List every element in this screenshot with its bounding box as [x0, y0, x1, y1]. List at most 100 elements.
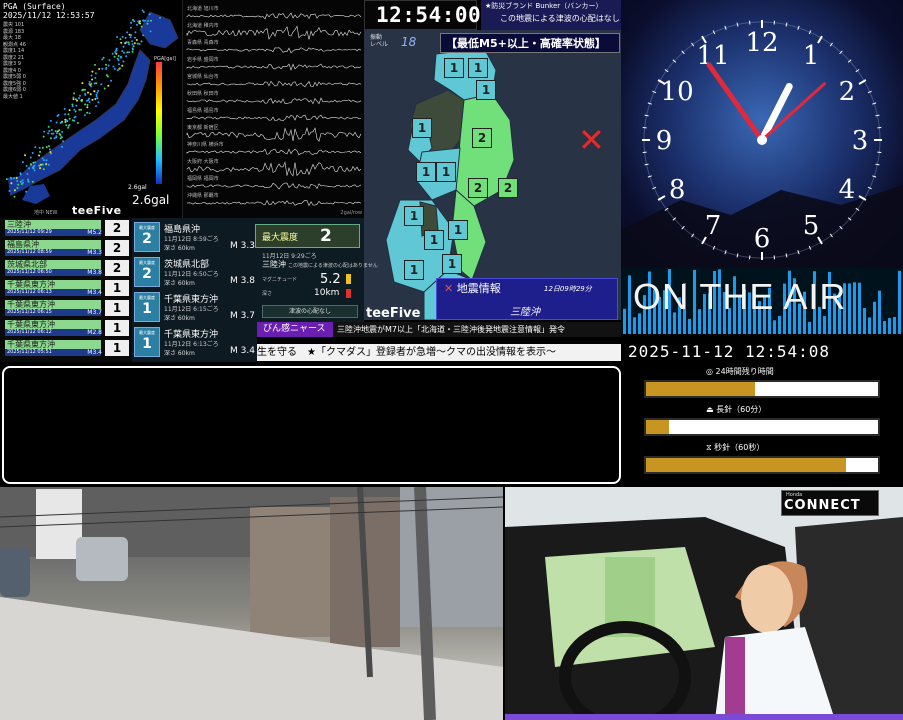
clock-numeral: 5 — [803, 211, 820, 241]
pga-station-dot — [128, 51, 131, 54]
pga-stats: 震央 101 震源 183 最大 18 観測点 46 震度1 14 震度2 21 震度3 9… — [3, 22, 26, 100]
clock-tick — [644, 114, 649, 117]
sponsor-title: ★防災ブランド Bunker（バンカー） — [485, 2, 603, 10]
spectrum-bar — [853, 282, 856, 334]
pga-station-dot — [159, 16, 161, 19]
pga-station-dot — [13, 189, 16, 192]
eq-intensity: 2 — [105, 220, 129, 236]
pga-station-dot — [97, 101, 100, 104]
pga-station-dot — [119, 38, 122, 41]
card-time: 11月12日 6:13ごろ — [164, 341, 219, 348]
pga-station-dot — [87, 91, 89, 94]
card-depth: 深さ 60km — [164, 245, 195, 252]
eq-list-item[interactable]: 千葉県東方沖 2025/11/12 05:51 M3.4 1 — [3, 340, 131, 357]
pga-station-dot — [40, 163, 42, 166]
pga-station-dot — [48, 130, 51, 132]
pga-station-dot — [31, 166, 34, 169]
pga-station-dot — [143, 19, 146, 22]
pga-station-dot — [13, 177, 15, 180]
eq-detail-card[interactable]: 最大震度 2 茨城県北部 11月12日 6:50ごろ 深さ 60km M 3.8 — [134, 257, 256, 291]
pga-station-dot — [42, 168, 45, 171]
pga-station-dot — [16, 180, 19, 182]
street-scene — [0, 487, 503, 720]
intensity-badge: 1 — [442, 254, 462, 274]
pga-station-dot — [91, 78, 94, 81]
intensity-badge: 1 — [404, 206, 424, 226]
eq-list-item[interactable]: 福島県沖 2025/11/12 08:59 M3.3 2 — [3, 240, 131, 257]
waveform-station-label: 沖縄県 那覇市 — [187, 193, 219, 199]
pga-station-dot — [20, 183, 23, 185]
intensity-badge: 2 — [472, 128, 492, 148]
pga-station-dot — [135, 39, 138, 41]
pga-station-dot — [121, 50, 124, 53]
eq-list-item[interactable]: 千葉県東方沖 2025/11/12 06:12 M2.8 1 — [3, 320, 131, 337]
pga-station-dot — [80, 108, 82, 111]
pga-station-dot — [150, 19, 152, 22]
progress-label: ◎ 24時間残り時間 — [706, 367, 774, 376]
pga-station-dot — [45, 159, 48, 162]
pga-station-dot — [94, 63, 96, 66]
pga-station-dot — [133, 42, 136, 45]
eq-list-item[interactable]: 千葉県東方沖 2025/11/12 06:13 M3.4 1 — [3, 280, 131, 297]
pga-station-dot — [96, 97, 99, 100]
pga-station-dot — [17, 183, 20, 186]
spectrum-bar — [823, 316, 826, 334]
clock-tick — [872, 175, 877, 178]
on-air-text: ON THE AIR — [633, 276, 847, 317]
waveform-station-label: 神奈川県 横浜市 — [187, 142, 224, 148]
progress-bar — [644, 380, 880, 398]
clock-tick — [875, 163, 880, 166]
pga-station-dot — [55, 132, 58, 135]
waveform-station-label: 福島県 福島市 — [187, 108, 219, 114]
pga-station-dot — [64, 118, 67, 121]
pga-stat-line: 震度1 14 — [3, 48, 25, 54]
progress-fill — [646, 382, 756, 396]
card-intensity-tag: 最大震度 1 — [134, 327, 160, 357]
eq-detail-card[interactable]: 最大震度 1 千葉県東方沖 11月12日 6:15ごろ 深さ 60km M 3.7 — [134, 292, 256, 326]
pga-stat-line: 震度5弱 0 — [3, 74, 26, 80]
pga-station-dot — [41, 157, 44, 160]
card-magnitude: M 3.4 — [230, 346, 255, 356]
intensity-badge: 1 — [436, 162, 456, 182]
intensity-badge: 1 — [416, 162, 436, 182]
sponsor-message: この地震による津波の心配はなし — [500, 14, 620, 23]
map-footer: 地中 NEW — [34, 210, 58, 216]
clock-tick — [797, 25, 800, 30]
pga-station-dot — [136, 23, 138, 26]
pga-station-dot — [130, 34, 133, 37]
pga-station-dot — [108, 59, 111, 62]
eq-intensity: 1 — [105, 340, 129, 356]
clock-tick — [875, 114, 880, 117]
pga-station-dot — [102, 56, 105, 59]
pga-station-dot — [122, 45, 125, 48]
pga-station-dot — [19, 172, 22, 175]
pga-station-dot — [81, 88, 84, 91]
eq-list-item[interactable]: 千葉県東方沖 2025/11/12 06:15 M3.7 1 — [3, 300, 131, 317]
pga-station-dot — [103, 87, 106, 90]
gal-big-readout: 2.6gal — [132, 193, 170, 207]
pga-station-dot — [27, 178, 29, 181]
pga-station-dot — [140, 40, 143, 43]
pga-station-dot — [43, 130, 46, 133]
car-camera-feed — [505, 487, 903, 720]
pga-station-dot — [81, 99, 83, 101]
pga-station-dot — [50, 129, 53, 131]
pga-station-dot — [120, 41, 123, 44]
eq-detail-card[interactable]: 最大震度 1 千葉県東方沖 11月12日 6:13ごろ 深さ 60km M 3.4 — [134, 327, 256, 361]
progress-label: ⏏ 長針（60分） — [706, 405, 767, 414]
pga-station-dot — [125, 55, 128, 58]
pga-station-dot — [34, 146, 37, 149]
pga-station-dot — [95, 82, 98, 85]
eq-list-item[interactable]: 茨城県北部 2025/11/12 06:50 M3.8 2 — [3, 260, 131, 277]
honda-connect-label: CONNECT — [784, 498, 861, 513]
eq-detail-card[interactable]: 最大震度 2 福島県沖 11月12日 8:59ごろ 深さ 60km M 3.3 — [134, 222, 256, 256]
pga-station-dot — [30, 163, 32, 166]
pga-station-dot — [10, 177, 13, 180]
eq-name: 福島県沖 — [5, 240, 101, 249]
pga-color-scale — [156, 62, 162, 184]
waveform-trace — [186, 63, 362, 71]
pga-station-dot — [64, 121, 67, 123]
pga-station-dot — [67, 113, 70, 116]
analog-clock: 12 1234567891011 — [621, 20, 903, 268]
eq-list-item[interactable]: 三陸沖 2025/11/12 09:29 M5.2 2 — [3, 220, 131, 237]
